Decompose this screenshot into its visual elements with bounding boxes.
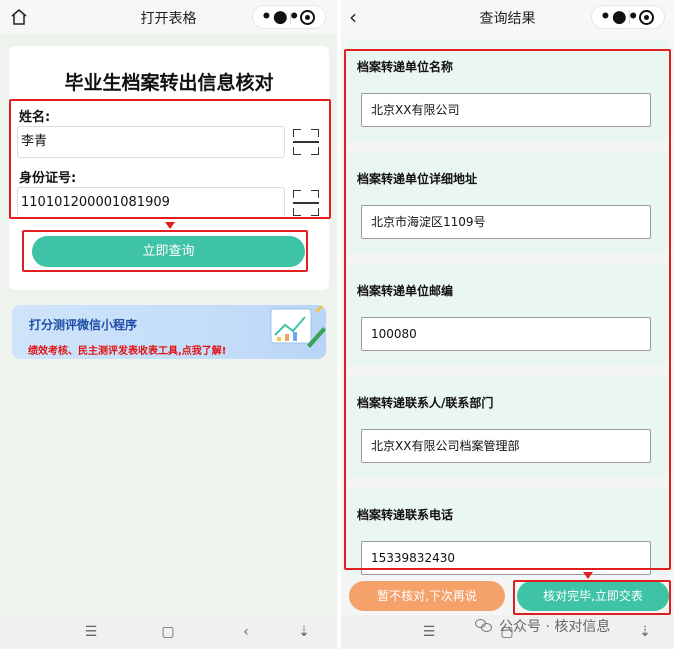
menu-icon[interactable]: ☰ bbox=[83, 624, 99, 640]
highlight-frame bbox=[344, 49, 671, 570]
query-button[interactable]: 立即查询 bbox=[32, 236, 305, 267]
more-icon[interactable]: •●• bbox=[600, 8, 639, 26]
watermark: 公众号 · 核对信息 bbox=[475, 616, 610, 636]
system-navbar: ☰ ▢ ‹ ⇣ bbox=[0, 615, 337, 649]
promo-banner[interactable]: 打分测评微信小程序 绩效考核、民主测评发表收表工具,点我了解! bbox=[12, 305, 326, 359]
watermark-text: 公众号 · 核对信息 bbox=[499, 619, 611, 635]
top-bar: ‹ 查询结果 •●• bbox=[341, 0, 674, 34]
capsule-divider bbox=[290, 11, 291, 24]
down-arrows-icon[interactable]: ⇣ bbox=[296, 624, 312, 640]
highlight-frame bbox=[9, 99, 331, 219]
down-arrows-icon[interactable]: ⇣ bbox=[637, 624, 653, 640]
banner-title: 打分测评微信小程序 bbox=[29, 318, 138, 332]
target-icon[interactable] bbox=[300, 10, 315, 25]
wechat-icon bbox=[475, 619, 493, 633]
right-screen: ‹ 查询结果 •●• 档案转递单位名称 北京XX有限公司 档案转递单位详细地址 … bbox=[341, 0, 674, 649]
highlight-frame bbox=[513, 580, 671, 615]
mini-program-capsule: •●• bbox=[591, 5, 665, 29]
target-icon[interactable] bbox=[639, 10, 654, 25]
menu-icon[interactable]: ☰ bbox=[421, 624, 437, 640]
square-icon[interactable]: ▢ bbox=[160, 624, 176, 640]
arrow-indicator bbox=[583, 572, 593, 579]
check-later-button[interactable]: 暂不核对,下次再说 bbox=[349, 581, 505, 611]
form-card: 毕业生档案转出信息核对 姓名: 李青 身份证号: 110101200001081… bbox=[9, 46, 331, 290]
left-screen: 打开表格 •●• 毕业生档案转出信息核对 姓名: 李青 身份证号: 110101… bbox=[0, 0, 337, 649]
arrow-indicator bbox=[165, 222, 175, 229]
back-nav-icon[interactable]: ‹ bbox=[238, 624, 254, 640]
chart-illustration-icon bbox=[270, 305, 326, 348]
mini-program-capsule: •●• bbox=[252, 5, 326, 29]
banner-subtitle: 绩效考核、民主测评发表收表工具,点我了解! bbox=[28, 346, 227, 357]
form-heading: 毕业生档案转出信息核对 bbox=[64, 72, 274, 94]
capsule-divider bbox=[629, 11, 630, 24]
top-bar: 打开表格 •●• bbox=[0, 0, 337, 34]
more-icon[interactable]: •●• bbox=[261, 8, 300, 26]
